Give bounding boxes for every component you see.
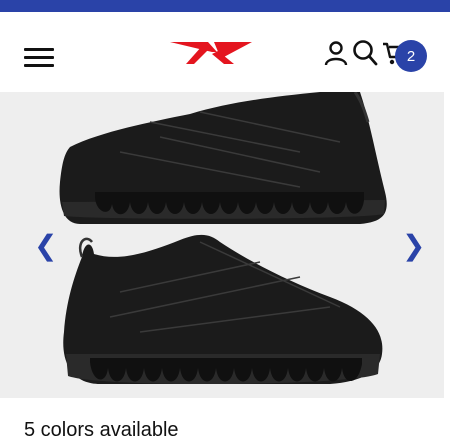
search-icon[interactable] [352,39,378,67]
site-header: 2 [0,12,450,92]
next-image-arrow[interactable]: ❯ [402,232,425,260]
hamburger-icon[interactable] [24,48,54,68]
top-accent-bar [0,0,450,12]
shoe-images [59,92,387,385]
shoe-image-top [59,92,387,224]
cart-count-badge[interactable]: 2 [395,40,427,72]
reebok-logo[interactable] [168,38,254,68]
gallery-edge [444,92,450,398]
colors-available-label[interactable]: 5 colors available [24,419,179,442]
shoe-image-bottom [63,234,383,385]
previous-image-arrow[interactable]: ❮ [34,232,57,260]
product-image-gallery[interactable]: ❮ ❯ [0,92,450,398]
user-icon[interactable] [324,40,348,66]
